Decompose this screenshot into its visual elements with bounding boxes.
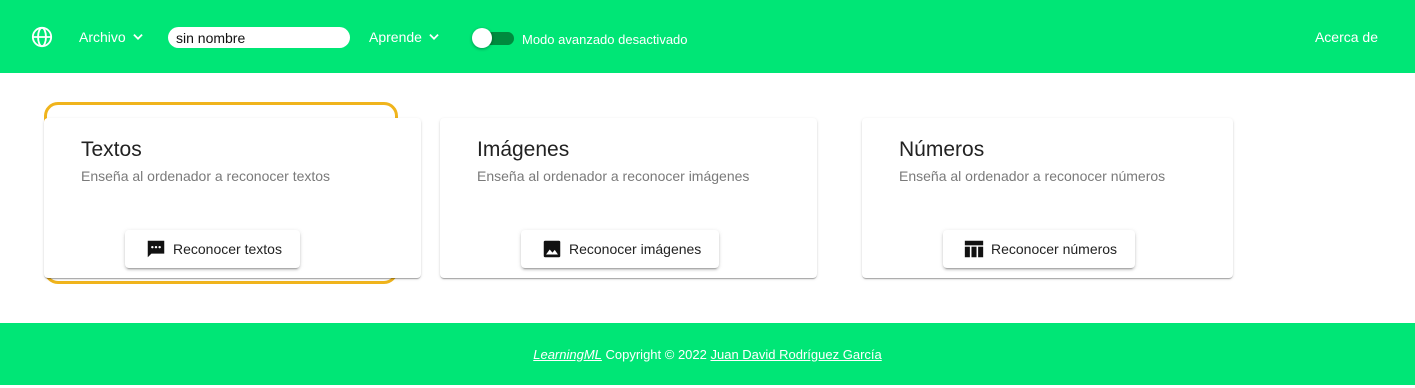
card-numbers: Números Enseña al ordenador a reconocer … <box>862 118 1233 278</box>
card-texts: Textos Enseña al ordenador a reconocer t… <box>44 118 421 278</box>
button-label: Reconocer imágenes <box>569 241 702 257</box>
advanced-mode-toggle[interactable] <box>472 28 516 48</box>
advanced-mode-label: Modo avanzado desactivado <box>522 32 688 47</box>
app-bar: Archivo Aprende Modo avanzado desactivad… <box>0 0 1415 73</box>
learn-menu[interactable]: Aprende <box>369 29 441 45</box>
globe-icon[interactable] <box>31 26 53 48</box>
file-menu[interactable]: Archivo <box>79 29 145 45</box>
author-link[interactable]: Juan David Rodríguez García <box>710 347 881 362</box>
learn-menu-label: Aprende <box>369 29 422 45</box>
brand-link[interactable]: LearningML <box>533 347 602 362</box>
card-subtitle: Enseña al ordenador a reconocer números <box>899 168 1166 184</box>
card-images: Imágenes Enseña al ordenador a reconocer… <box>440 118 817 278</box>
button-label: Reconocer números <box>991 241 1118 257</box>
table-icon <box>964 240 984 258</box>
card-title: Textos <box>81 138 142 161</box>
button-label: Reconocer textos <box>173 241 282 257</box>
chevron-down-icon <box>132 34 143 40</box>
about-link[interactable]: Acerca de <box>1315 29 1378 45</box>
file-menu-label: Archivo <box>79 29 126 45</box>
toggle-knob <box>472 28 492 48</box>
recognize-images-button[interactable]: Reconocer imágenes <box>521 230 720 268</box>
card-subtitle: Enseña al ordenador a reconocer textos <box>81 168 331 184</box>
chevron-down-icon <box>429 34 439 40</box>
project-name-input[interactable] <box>168 27 350 48</box>
card-title: Imágenes <box>477 138 570 161</box>
message-icon <box>147 240 165 258</box>
recognize-texts-button[interactable]: Reconocer textos <box>125 230 300 268</box>
image-icon <box>543 240 561 258</box>
recognize-numbers-button[interactable]: Reconocer números <box>943 230 1136 268</box>
card-subtitle: Enseña al ordenador a reconocer imágenes <box>477 168 750 184</box>
footer: LearningML Copyright © 2022 Juan David R… <box>0 323 1415 385</box>
card-title: Números <box>899 138 985 161</box>
copyright-text: Copyright © 2022 <box>601 346 711 362</box>
